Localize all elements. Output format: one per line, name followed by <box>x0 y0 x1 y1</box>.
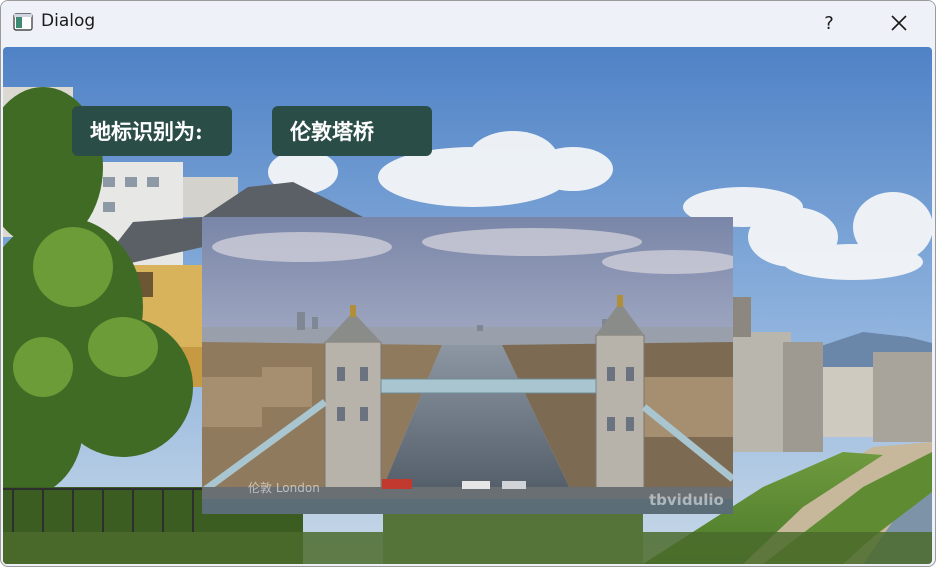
window-title: Dialog <box>41 11 96 31</box>
dialog-window: Dialog ? 地标识别为: 伦敦塔桥 伦敦 London tbvidulio <box>0 0 936 567</box>
recognition-prefix-label: 地标识别为: <box>72 106 232 156</box>
app-window-icon <box>13 13 33 31</box>
close-icon <box>891 15 907 31</box>
landmark-brand-watermark: tbvidulio <box>649 491 724 509</box>
help-icon: ? <box>824 12 834 34</box>
close-button[interactable] <box>869 1 929 45</box>
landmark-image <box>202 217 733 514</box>
landmark-caption-watermark: 伦敦 London <box>248 481 320 495</box>
title-bar[interactable]: Dialog ? <box>1 1 935 45</box>
help-button[interactable]: ? <box>799 1 859 45</box>
dialog-content: 地标识别为: 伦敦塔桥 伦敦 London tbvidulio <box>3 47 932 564</box>
recognition-result-label: 伦敦塔桥 <box>272 106 432 156</box>
